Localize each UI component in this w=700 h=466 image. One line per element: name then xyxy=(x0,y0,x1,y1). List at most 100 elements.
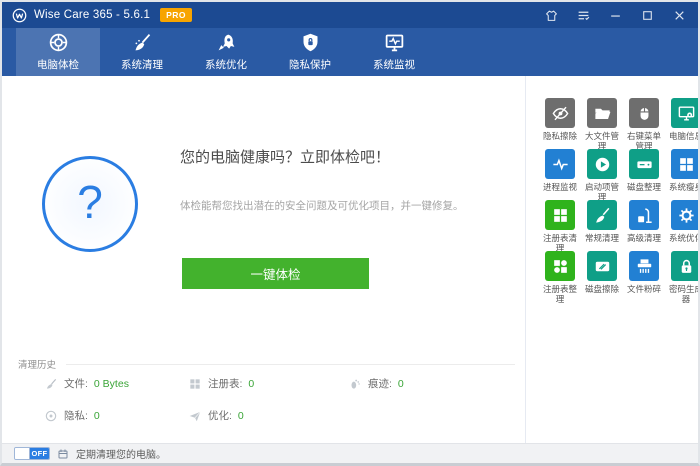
play-circle-icon xyxy=(587,149,617,179)
footprint-icon xyxy=(348,377,362,391)
stat-files: 文件: 0 Bytes xyxy=(44,376,129,391)
checkup-subtext: 体检能帮您找出潜在的安全问题及可优化项目，并一键修复。 xyxy=(180,198,464,213)
gear-icon xyxy=(671,200,698,230)
footer-text: 定期清理您的电脑。 xyxy=(76,446,166,461)
shield-lock-icon xyxy=(300,32,321,53)
vacuum-icon xyxy=(629,200,659,230)
tool-disk-eraser[interactable]: 磁盘擦除 xyxy=(581,251,623,302)
tool-label: 系统瘦身 xyxy=(665,182,698,192)
stat-registry: 注册表: 0 xyxy=(188,376,254,391)
app-logo-icon xyxy=(12,8,27,23)
clean-history-header: 清理历史 xyxy=(18,357,515,371)
monitor-pulse-icon xyxy=(384,32,405,53)
tool-context-menu-manager[interactable]: 右键菜单管理 xyxy=(623,98,665,149)
tool-label: 常规清理 xyxy=(581,233,623,243)
tab-label: 电脑体检 xyxy=(37,57,79,72)
tab-pc-checkup[interactable]: 电脑体检 xyxy=(16,28,100,76)
tool-registry-cleaner[interactable]: 注册表清理 xyxy=(539,200,581,251)
tool-label: 右键菜单管理 xyxy=(623,131,665,151)
tab-label: 系统优化 xyxy=(205,57,247,72)
tool-file-shredder[interactable]: 文件粉碎 xyxy=(623,251,665,302)
tool-label: 隐私擦除 xyxy=(539,131,581,141)
tool-password-generator[interactable]: 密码生成器 xyxy=(665,251,698,302)
maximize-icon[interactable] xyxy=(641,9,654,22)
tool-label: 启动项管理 xyxy=(581,182,623,202)
scheduled-clean-toggle[interactable]: OFF xyxy=(14,447,50,460)
tool-label: 磁盘擦除 xyxy=(581,284,623,294)
tool-label: 高级清理 xyxy=(623,233,665,243)
health-status-circle: ? xyxy=(42,156,138,252)
checkup-heading: 您的电脑健康吗？立即体检吧！ xyxy=(180,146,390,167)
window-title: Wise Care 365 - 5.6.1 xyxy=(34,9,150,21)
app-window: Wise Care 365 - 5.6.1 PRO xyxy=(0,0,700,466)
tab-label: 隐私保护 xyxy=(289,57,331,72)
footer-bar: OFF 定期清理您的电脑。 xyxy=(2,443,698,463)
tool-system-slimming[interactable]: 系统瘦身 xyxy=(665,149,698,200)
tool-process-monitor[interactable]: 进程监视 xyxy=(539,149,581,200)
clean-history-title: 清理历史 xyxy=(18,357,56,371)
theme-skin-icon[interactable] xyxy=(545,9,558,22)
broom-icon xyxy=(44,377,58,391)
blocks-icon xyxy=(545,251,575,281)
tool-registry-defrag[interactable]: 注册表整理 xyxy=(539,251,581,302)
tab-system-tuneup[interactable]: 系统优化 xyxy=(184,28,268,76)
stat-traces: 痕迹: 0 xyxy=(348,376,404,391)
stat-value: 0 xyxy=(238,410,244,422)
tool-label: 进程监视 xyxy=(539,182,581,192)
divider xyxy=(66,364,515,365)
tab-label: 系统清理 xyxy=(121,57,163,72)
folder-icon xyxy=(587,98,617,128)
stat-value: 0 xyxy=(248,378,254,390)
stat-label: 优化: xyxy=(208,408,232,423)
eye-icon xyxy=(44,409,58,423)
stat-label: 痕迹: xyxy=(368,376,392,391)
four-squares-icon xyxy=(671,149,698,179)
tab-label: 系统监视 xyxy=(373,57,415,72)
stat-value: 0 xyxy=(398,378,404,390)
menu-icon[interactable] xyxy=(577,9,590,22)
broom-icon xyxy=(132,32,153,53)
tool-common-cleaner[interactable]: 常规清理 xyxy=(581,200,623,251)
tool-system-tuneup[interactable]: 系统优化 xyxy=(665,200,698,251)
tool-big-file-manager[interactable]: 大文件管理 xyxy=(581,98,623,149)
titlebar: Wise Care 365 - 5.6.1 PRO xyxy=(2,2,698,28)
tab-system-monitor[interactable]: 系统监视 xyxy=(352,28,436,76)
shredder-icon xyxy=(629,251,659,281)
pulse-icon xyxy=(545,149,575,179)
tool-advanced-cleaner[interactable]: 高级清理 xyxy=(623,200,665,251)
tool-label: 注册表整理 xyxy=(539,284,581,304)
toggle-state: OFF xyxy=(30,448,49,459)
nav-tabs: 电脑体检 系统清理 系统优化 隐私保护 xyxy=(2,28,698,76)
tab-privacy-protector[interactable]: 隐私保护 xyxy=(268,28,352,76)
minimize-icon[interactable] xyxy=(609,9,622,22)
tab-system-cleaner[interactable]: 系统清理 xyxy=(100,28,184,76)
close-icon[interactable] xyxy=(673,9,686,22)
registry-grid-icon xyxy=(545,200,575,230)
stat-value: 0 xyxy=(94,410,100,422)
checkup-panel: ? 您的电脑健康吗？立即体检吧！ 体检能帮您找出潜在的安全问题及可优化项目，并一… xyxy=(2,76,525,443)
rocket-icon xyxy=(216,32,237,53)
tool-label: 系统优化 xyxy=(665,233,698,243)
broom-icon xyxy=(587,200,617,230)
toggle-knob xyxy=(15,448,30,459)
tool-startup-manager[interactable]: 启动项管理 xyxy=(581,149,623,200)
pro-badge: PRO xyxy=(160,8,192,22)
stat-privacy: 隐私: 0 xyxy=(44,408,100,423)
registry-grid-icon xyxy=(188,377,202,391)
tool-label: 文件粉碎 xyxy=(623,284,665,294)
tool-label: 磁盘整理 xyxy=(623,182,665,192)
lock-icon xyxy=(671,251,698,281)
tool-label: 大文件管理 xyxy=(581,131,623,151)
content-area: ? 您的电脑健康吗？立即体检吧！ 体检能帮您找出潜在的安全问题及可优化项目，并一… xyxy=(2,76,698,443)
paper-plane-icon xyxy=(188,409,202,423)
question-mark: ? xyxy=(77,175,103,229)
stat-value: 0 Bytes xyxy=(94,378,129,390)
one-click-checkup-button[interactable]: 一键体检 xyxy=(182,258,369,289)
stat-label: 隐私: xyxy=(64,408,88,423)
checkup-target-icon xyxy=(48,32,69,53)
tool-privacy-eraser[interactable]: 隐私擦除 xyxy=(539,98,581,149)
tool-label: 注册表清理 xyxy=(539,233,581,253)
tool-label: 密码生成器 xyxy=(665,284,698,304)
tool-disk-defrag[interactable]: 磁盘整理 xyxy=(623,149,665,200)
tool-pc-info[interactable]: 电脑信息 xyxy=(665,98,698,149)
